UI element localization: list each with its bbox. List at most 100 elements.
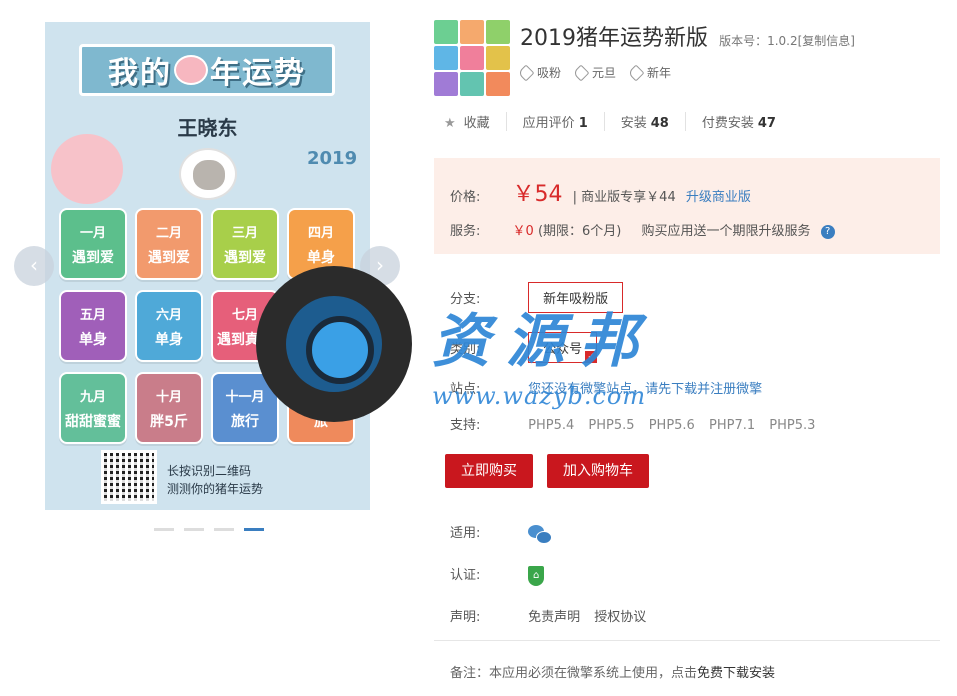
poster-name: 王晓东 [177,116,238,140]
month-fortune: 甜甜蜜蜜 [65,413,121,430]
month-fortune: 单身 [307,249,335,266]
note-row: 备注：本应用必须在微擎系统上使用，点击免费下载安装 [450,662,775,681]
month-card: 五月 单身 [59,290,127,362]
month-name: 十一月 [225,389,265,405]
tag-icon [572,64,590,81]
app-icon-tile [460,20,484,44]
month-name: 五月 [79,307,106,323]
paid-install-stat: 付费安装 47 [684,112,792,131]
month-card: 四月 单身 [287,208,355,280]
service-price: ￥0 [512,224,534,239]
buy-now-button[interactable]: 立即购买 [445,454,533,488]
disclaimer-link[interactable]: 免责声明 [528,610,580,625]
month-name: 七月 [231,307,258,323]
month-fortune: 遇到爱 [224,249,266,266]
app-icon-tile [460,46,484,70]
type-option[interactable]: 公众号 [528,332,598,363]
month-fortune: 单身 [155,331,183,348]
service-label: 服务: [450,224,481,239]
support-row: 支持: PHP5.4 PHP5.5 PHP5.6 PHP7.1 PHP5.3 [450,414,825,433]
month-card: 十一月 旅行 [211,372,279,444]
gallery-next-button[interactable]: › [360,246,400,286]
type-label: 类别: [450,342,481,357]
cert-label: 认证: [450,568,481,583]
app-icon-tile [460,72,484,96]
title-row: 2019猪年运势新版 版本号：1.0.2[复制信息] [520,20,855,52]
register-site-link[interactable]: 您还没有微擎站点，请先下载并注册微擎 [528,382,762,397]
month-card: 二月 遇到爱 [135,208,203,280]
month-fortune: 坚 [314,331,328,348]
tag-label: 元旦 [592,66,617,80]
app-icon-tile [434,46,458,70]
paid-install-label: 付费安装 [701,116,754,131]
month-name: 十月 [155,389,182,405]
price-box: 价格: ￥54 | 商业版专享￥44 升级商业版 服务: ￥0 (期限：6个月)… [434,158,940,254]
month-name: 二月 [155,225,182,241]
gallery-pagination [154,528,264,531]
gallery-dot[interactable] [214,528,234,531]
gallery-dot[interactable] [184,528,204,531]
tag-label: 吸粉 [537,66,562,80]
upgrade-business-link[interactable]: 升级商业版 [686,190,751,205]
type-row: 类别: 公众号 [450,332,598,363]
month-fortune: 胖5斤 [150,413,188,430]
tag-item[interactable]: 吸粉 [517,64,562,81]
month-card: 七月 遇到真爱 [211,290,279,362]
gallery-dot-active[interactable] [244,528,264,531]
paid-install-value: 47 [757,116,776,131]
php-version: PHP7.1 [708,418,756,433]
apply-label: 适用: [450,526,481,541]
price-row: 价格: ￥54 | 商业版专享￥44 升级商业版 [450,176,751,208]
qr-caption: 长按识别二维码 测测你的猪年运势 [167,462,263,498]
install-value: 48 [650,116,669,131]
month-fortune: 遇到爱 [72,249,114,266]
cert-row: 认证: ⌂ [450,564,545,586]
favorite-button[interactable]: ★ 收藏 [444,112,506,131]
star-icon: ★ [444,116,456,131]
help-icon[interactable]: ? [820,224,835,239]
apply-row: 适用: [450,522,553,544]
free-download-link[interactable]: 免费下载安装 [697,666,775,681]
month-name: 八月 [307,307,334,323]
support-label: 支持: [450,418,481,433]
month-fortune: 旅 [314,413,328,430]
certified-shield-icon: ⌂ [528,565,545,586]
month-fortune: 遇到爱 [148,249,190,266]
site-label: 站点: [450,382,481,397]
app-icon-tile [486,72,510,96]
month-name: 一月 [79,225,106,241]
php-version: PHP5.3 [769,418,816,433]
gallery-dot[interactable] [154,528,174,531]
rating-stat: 应用评价 1 [505,112,604,131]
statement-label: 声明: [450,610,481,625]
app-icon [434,20,510,96]
price-value: ￥54 [512,182,563,207]
stats-row: ★ 收藏 应用评价 1 安装 48 付费安装 47 [444,112,792,131]
month-fortune: 旅行 [231,413,259,430]
pig-face-icon [174,55,208,85]
add-to-cart-button[interactable]: 加入购物车 [547,454,649,488]
price-label: 价格: [450,190,481,205]
month-card: 六月 单身 [135,290,203,362]
gallery-prev-button[interactable]: ‹ [14,246,54,286]
tag-label: 新年 [647,66,672,80]
app-title: 2019猪年运势新版 [520,26,708,51]
month-name: 六月 [155,307,182,323]
rating-label: 应用评价 [522,116,575,131]
tag-item[interactable]: 新年 [627,64,672,81]
month-name: 四月 [307,225,334,241]
qr-code-icon [101,450,157,504]
month-card: 一月 遇到爱 [59,208,127,280]
rating-value: 1 [578,116,588,131]
image-gallery: 我的 年运势 王晓东 2019 一月 遇到爱 二月 遇到爱 三月 遇到爱 四月 单身 五月 单身六… [14,20,402,540]
tag-list: 吸粉 元旦 新年 [517,64,672,81]
version-info[interactable]: 版本号：1.0.2[复制信息] [719,34,855,48]
app-preview-image: 我的 年运势 王晓东 2019 一月 遇到爱 二月 遇到爱 三月 遇到爱 四月 单身 五月 单身六… [45,22,370,510]
branch-option[interactable]: 新年吸粉版 [528,282,624,313]
app-icon-tile [434,20,458,44]
license-link[interactable]: 授权协议 [594,610,646,625]
tag-icon [627,64,645,81]
tag-item[interactable]: 元旦 [572,64,617,81]
note-text: 备注：本应用必须在微擎系统上使用，点击 [450,666,698,681]
month-name: 九月 [79,389,106,405]
